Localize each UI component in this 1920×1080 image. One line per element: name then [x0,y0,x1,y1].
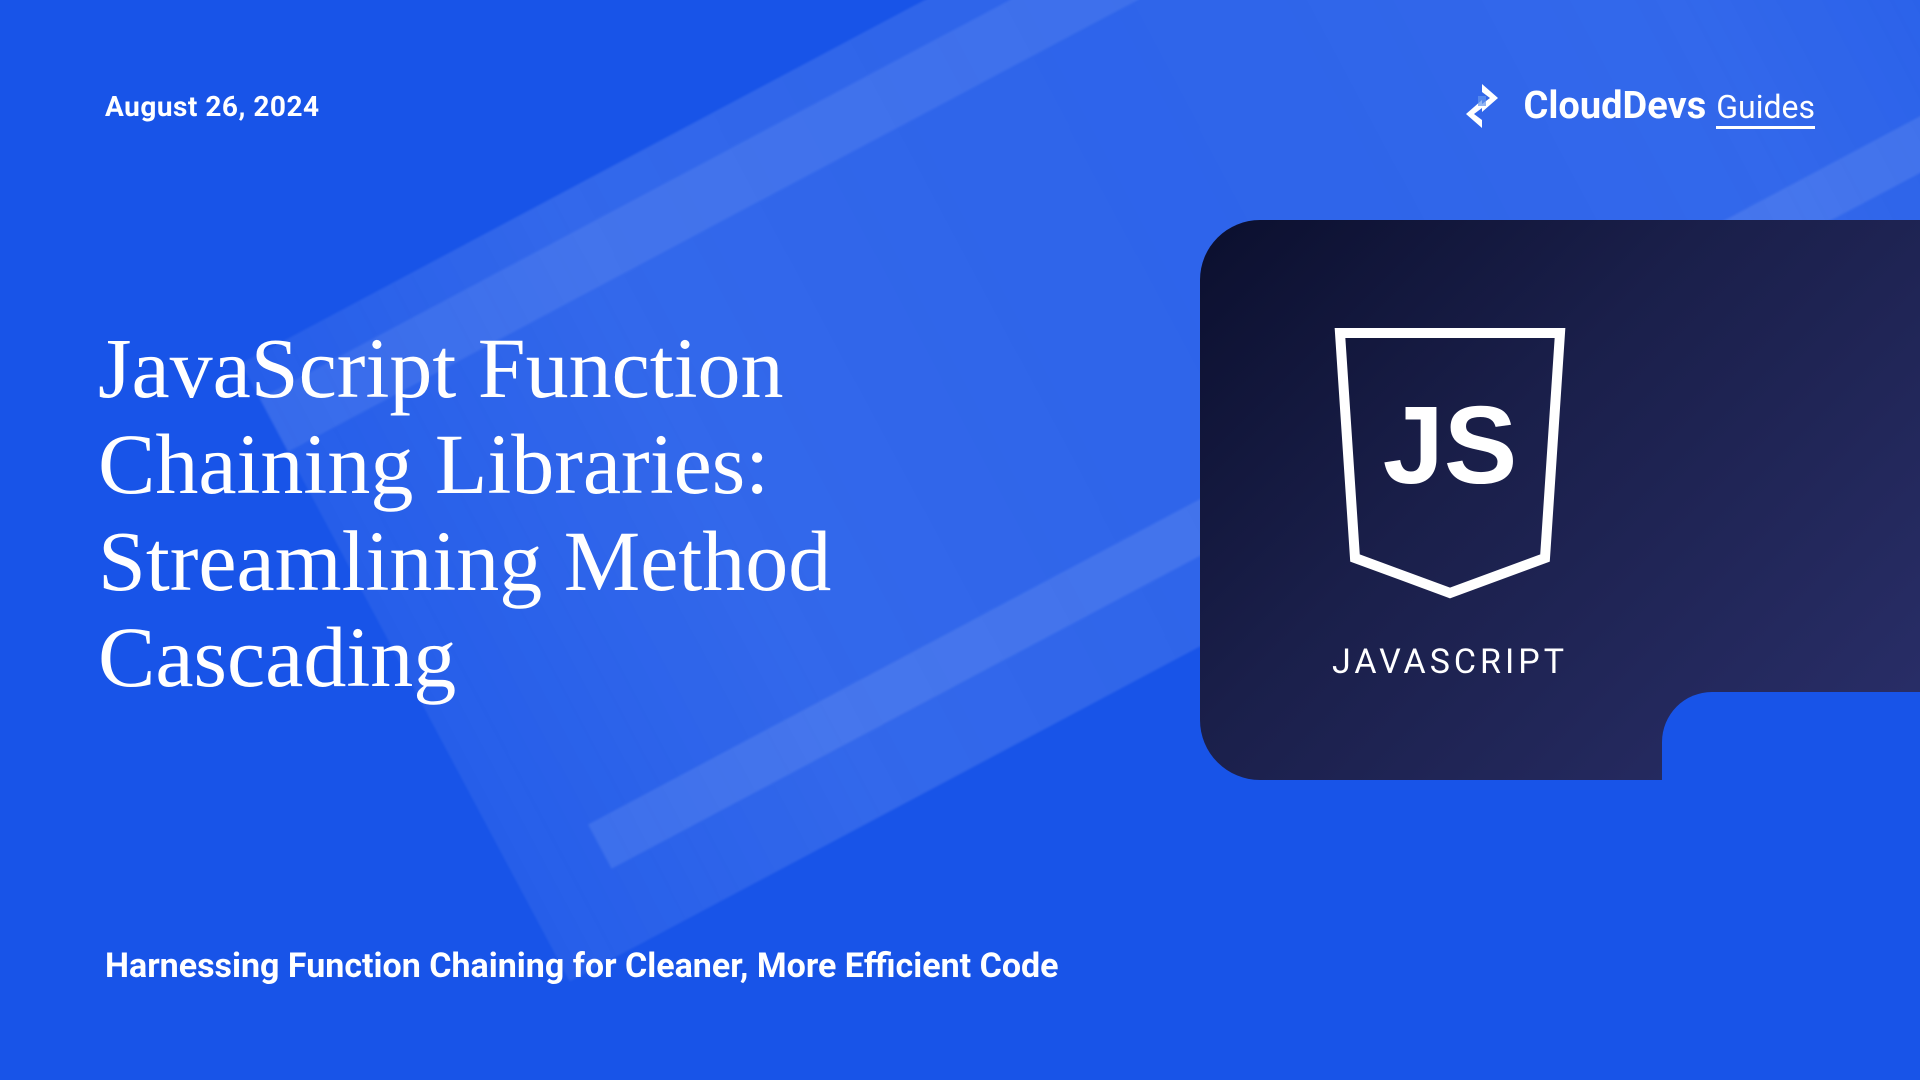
brand-logo: CloudDevs Guides [1456,80,1815,132]
brand-name: CloudDevs [1523,87,1706,125]
brand-text: CloudDevs Guides [1523,87,1815,125]
javascript-shield-icon: JS [1320,318,1580,612]
page-subtitle: Harnessing Function Chaining for Cleaner… [105,944,1059,990]
publish-date: August 26, 2024 [105,90,320,123]
javascript-label: JAVASCRIPT [1332,642,1568,682]
svg-text:JS: JS [1383,384,1518,507]
page-title: JavaScript Function Chaining Libraries: … [98,320,998,705]
card-notch-decoration [1662,692,1920,782]
brand-suffix: Guides [1716,91,1815,123]
javascript-card: JS JAVASCRIPT [1200,220,1920,780]
presentation-slide: August 26, 2024 CloudDevs Guides JavaScr… [0,0,1920,1080]
clouddevs-icon [1456,80,1508,132]
